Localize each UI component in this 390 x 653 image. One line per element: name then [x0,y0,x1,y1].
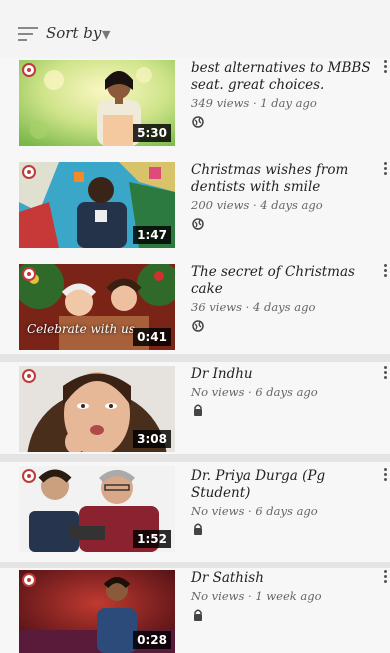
divider [0,454,390,462]
lock-icon [194,523,202,535]
chevron-down-icon[interactable]: ▼ [102,28,110,41]
globe-icon [192,116,204,128]
channel-badge-icon [22,369,36,383]
video-title[interactable]: Dr Indhu [191,366,371,383]
channel-badge-icon [22,267,36,281]
video-thumbnail[interactable]: 5:30 [19,60,175,146]
video-thumbnail[interactable]: Celebrate with us 0:41 [19,264,175,350]
video-row[interactable]: 1:52 Dr. Priya Durga (Pg Student) No vie… [0,462,390,562]
globe-icon [192,218,204,230]
channel-badge-icon [22,63,36,77]
top-toolbar: Sort by ▼ [0,0,390,58]
video-title[interactable]: Christmas wishes from dentists with smil… [191,162,371,196]
lock-icon [194,609,202,621]
divider [0,354,390,362]
video-meta: No views · 1 week ago [191,589,322,603]
video-duration: 1:47 [133,226,171,244]
more-options-icon[interactable] [384,468,388,484]
video-title[interactable]: best alternatives to MBBS seat. great ch… [191,60,371,94]
video-duration: 3:08 [133,430,171,448]
lock-icon [194,404,202,416]
video-thumbnail[interactable]: 3:08 [19,366,175,452]
video-row[interactable]: 1:47 Christmas wishes from dentists with… [0,158,390,258]
video-title[interactable]: The secret of Christmas cake [191,264,371,298]
sort-icon[interactable] [18,27,38,41]
video-duration: 5:30 [133,124,171,142]
more-options-icon[interactable] [384,60,388,76]
thumbnail-overlay-text: Celebrate with us [27,322,135,336]
globe-icon [192,320,204,332]
channel-badge-icon [22,573,36,587]
video-thumbnail[interactable]: 0:28 [19,570,175,653]
sort-label[interactable]: Sort by [46,24,101,42]
video-meta: 200 views · 4 days ago [191,198,323,212]
more-options-icon[interactable] [384,264,388,280]
video-duration: 0:41 [133,328,171,346]
channel-badge-icon [22,165,36,179]
video-thumbnail[interactable]: 1:52 [19,466,175,552]
video-meta: 349 views · 1 day ago [191,96,317,110]
video-thumbnail[interactable]: 1:47 [19,162,175,248]
more-options-icon[interactable] [384,570,388,586]
video-row[interactable]: 3:08 Dr Indhu No views · 6 days ago [0,362,390,454]
video-duration: 0:28 [133,631,171,649]
video-row[interactable]: 0:28 Dr Sathish No views · 1 week ago [0,568,390,653]
video-meta: No views · 6 days ago [191,504,318,518]
video-meta: No views · 6 days ago [191,385,318,399]
channel-badge-icon [22,469,36,483]
video-meta: 36 views · 4 days ago [191,300,316,314]
video-row[interactable]: 5:30 best alternatives to MBBS seat. gre… [0,58,390,158]
video-duration: 1:52 [133,530,171,548]
video-title[interactable]: Dr Sathish [191,570,371,587]
more-options-icon[interactable] [384,366,388,382]
video-title[interactable]: Dr. Priya Durga (Pg Student) [191,468,371,502]
more-options-icon[interactable] [384,162,388,178]
video-row[interactable]: Celebrate with us 0:41 The secret of Chr… [0,258,390,354]
